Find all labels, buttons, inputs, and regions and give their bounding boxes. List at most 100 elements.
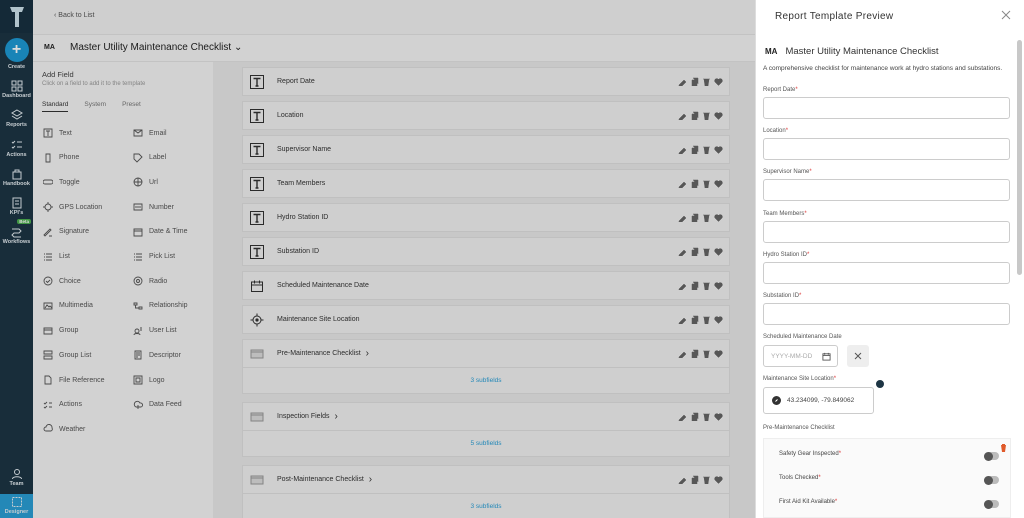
delete-icon[interactable] [702,281,711,290]
tab-preset[interactable]: Preset [122,101,141,112]
delete-icon[interactable] [702,145,711,154]
template-field-row[interactable]: Post-Maintenance Checklist › [242,465,730,494]
edit-icon[interactable] [678,213,687,222]
nav-reports[interactable]: Reports [0,109,33,128]
copy-icon[interactable] [690,77,699,86]
tab-system[interactable]: System [84,101,106,112]
copy-icon[interactable] [690,145,699,154]
preview-scrollbar[interactable] [1017,40,1022,275]
field-type-user-list[interactable]: User List [133,326,177,336]
tab-standard[interactable]: Standard [42,101,69,112]
preview-text-input[interactable] [763,97,1010,119]
delete-icon[interactable] [999,443,1008,452]
field-type-file-reference[interactable]: File Reference [43,375,105,385]
field-type-choice[interactable]: Choice [43,276,81,286]
favorite-icon[interactable] [714,349,723,358]
favorite-icon[interactable] [714,111,723,120]
delete-icon[interactable] [702,77,711,86]
field-type-phone[interactable]: Phone [43,153,79,163]
clear-date-button[interactable] [847,345,869,367]
favorite-icon[interactable] [714,412,723,421]
copy-icon[interactable] [690,213,699,222]
field-type-email[interactable]: Email [133,128,167,138]
field-type-descriptor[interactable]: Descriptor [133,350,181,360]
copy-icon[interactable] [690,281,699,290]
nav-workflows[interactable]: Beta Workflows [0,219,33,245]
calendar-icon[interactable] [822,352,831,361]
field-type-date-time[interactable]: Date & Time [133,227,188,237]
copy-icon[interactable] [690,247,699,256]
preview-text-input[interactable] [763,303,1010,325]
template-field-row[interactable]: Supervisor Name [242,135,730,164]
field-type-pick-list[interactable]: Pick List [133,252,175,262]
copy-icon[interactable] [690,475,699,484]
edit-icon[interactable] [678,349,687,358]
favorite-icon[interactable] [714,247,723,256]
nav-designer[interactable]: Designer [0,494,33,518]
delete-icon[interactable] [702,213,711,222]
field-type-group[interactable]: Group [43,326,78,336]
edit-icon[interactable] [678,111,687,120]
preview-text-input[interactable] [763,179,1010,202]
favorite-icon[interactable] [714,281,723,290]
edit-icon[interactable] [678,475,687,484]
template-field-row[interactable]: Hydro Station ID [242,203,730,232]
template-field-row[interactable]: Pre-Maintenance Checklist › [242,339,730,368]
edit-icon[interactable] [678,145,687,154]
checklist-toggle[interactable] [984,451,999,461]
nav-dashboard[interactable]: Dashboard [0,80,33,99]
field-type-weather[interactable]: Weather [43,424,85,434]
template-title[interactable]: Master Utility Maintenance Checklist ⌄ [70,42,242,53]
location-input[interactable]: 43.234099, -79.849062 [763,387,874,414]
field-type-number[interactable]: Number [133,202,174,212]
edit-icon[interactable] [678,315,687,324]
edit-icon[interactable] [678,412,687,421]
template-field-row[interactable]: Location [242,101,730,130]
favorite-icon[interactable] [714,145,723,154]
nav-team[interactable]: Team [0,468,33,487]
field-type-data-feed[interactable]: Data Feed [133,400,182,410]
field-type-actions[interactable]: Actions [43,400,82,410]
template-field-row[interactable]: Inspection Fields › [242,402,730,431]
nav-handbook[interactable]: Handbook [0,168,33,187]
field-type-signature[interactable]: Signature [43,227,89,237]
location-pin-icon[interactable] [876,380,884,388]
field-type-relationship[interactable]: Relationship [133,301,188,311]
preview-text-input[interactable] [763,220,1010,243]
delete-icon[interactable] [702,475,711,484]
delete-icon[interactable] [702,247,711,256]
template-field-row[interactable]: Scheduled Maintenance Date [242,271,730,300]
nav-actions[interactable]: Actions [0,139,33,158]
delete-icon[interactable] [702,412,711,421]
field-type-logo[interactable]: Logo [133,375,165,385]
preview-text-input[interactable] [763,261,1010,284]
copy-icon[interactable] [690,315,699,324]
subfields-count[interactable]: 5 subfields [242,431,730,457]
app-logo[interactable] [0,0,33,33]
edit-icon[interactable] [678,247,687,256]
delete-icon[interactable] [702,349,711,358]
favorite-icon[interactable] [714,315,723,324]
copy-icon[interactable] [690,179,699,188]
favorite-icon[interactable] [714,475,723,484]
delete-icon[interactable] [702,111,711,120]
delete-icon[interactable] [702,179,711,188]
preview-text-input[interactable] [763,138,1010,161]
field-type-url[interactable]: Url [133,177,158,187]
chevron-right-icon[interactable]: › [335,411,338,422]
field-type-list[interactable]: List [43,252,70,262]
close-icon[interactable] [1001,10,1011,20]
edit-icon[interactable] [678,179,687,188]
field-type-radio[interactable]: Radio [133,276,167,286]
template-field-row[interactable]: Substation ID [242,237,730,266]
copy-icon[interactable] [690,111,699,120]
favorite-icon[interactable] [714,179,723,188]
field-type-gps-location[interactable]: GPS Location [43,202,102,213]
nav-kpis[interactable]: KPI's [0,197,33,216]
subfields-count[interactable]: 3 subfields [242,494,730,518]
field-type-group-list[interactable]: Group List [43,350,91,360]
chevron-right-icon[interactable]: › [366,348,369,359]
edit-icon[interactable] [678,281,687,290]
subfields-count[interactable]: 3 subfields [242,368,730,394]
field-type-text[interactable]: Text [43,128,72,138]
